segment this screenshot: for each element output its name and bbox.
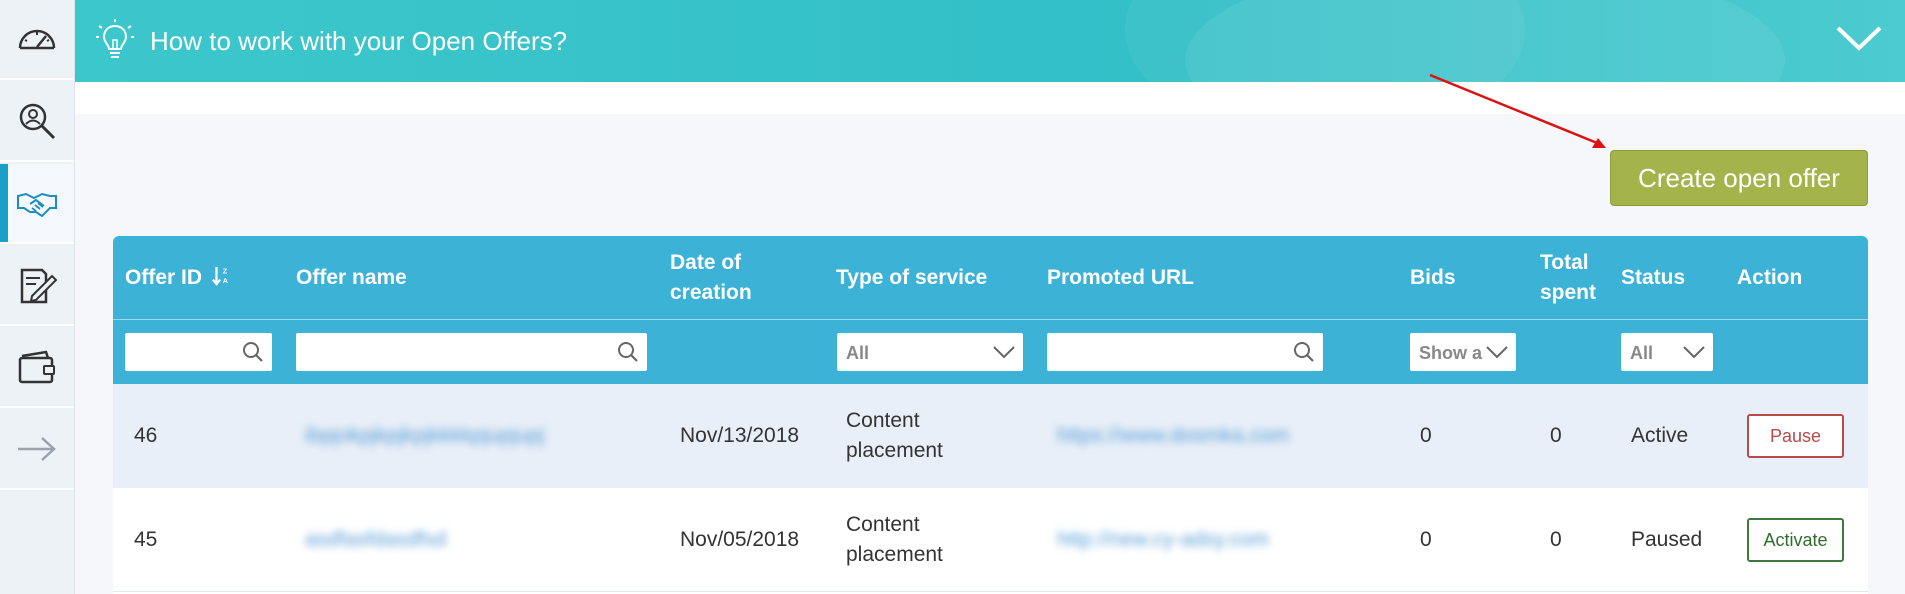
bids-select[interactable]: Show a — [1410, 333, 1516, 371]
search-icon[interactable] — [1293, 341, 1315, 363]
offers-table: Offer ID Z A Offer name Date of creation… — [113, 236, 1868, 594]
search-icon[interactable] — [242, 341, 264, 363]
document-edit-icon — [20, 268, 58, 304]
header-total-line2[interactable]: spent — [1540, 278, 1596, 308]
search-icon[interactable] — [617, 341, 639, 363]
promoted-url-filter[interactable] — [1047, 333, 1323, 371]
bids-select-value: Show a — [1419, 343, 1483, 363]
type-cell-line2: placement — [846, 543, 943, 566]
date-cell: Nov/13/2018 — [680, 424, 800, 447]
type-cell-line1: Content — [846, 513, 920, 536]
header-offer-id[interactable]: Offer ID Z A — [125, 263, 230, 293]
promoted-url-link[interactable]: https://www.dosmka.com — [1057, 421, 1289, 451]
user-search-icon — [19, 103, 56, 140]
header-type-of-service[interactable]: Type of service — [836, 263, 987, 293]
offer-id-filter[interactable] — [125, 333, 272, 371]
handshake-icon — [17, 192, 57, 218]
banner-title: How to work with your Open Offers? — [150, 26, 568, 56]
speedometer-icon — [18, 29, 56, 50]
lightbulb-icon — [96, 19, 134, 58]
offer-name-search-input[interactable] — [296, 333, 647, 371]
table-row: 46 ibpjokpjkpjkpjkkkkpjupjupj Nov/13/201… — [113, 384, 1868, 488]
bids-cell: 0 — [1420, 528, 1432, 551]
header-total-line1[interactable]: Total — [1540, 248, 1589, 278]
pause-button[interactable]: Pause — [1747, 414, 1844, 458]
header-date-line2[interactable]: creation — [670, 278, 752, 308]
promoted-url-link[interactable]: http://new.cy-adsy.com — [1057, 525, 1269, 555]
offer-name-filter[interactable] — [296, 333, 647, 371]
offer-name-link[interactable]: ibpjokpjkpjkpjkkkkpjupjupj — [305, 421, 544, 451]
total-spent-cell: 0 — [1550, 528, 1562, 551]
status-select[interactable]: All — [1621, 333, 1713, 371]
bids-cell: 0 — [1420, 424, 1432, 447]
header-bids[interactable]: Bids — [1410, 263, 1456, 293]
status-cell: Active — [1631, 424, 1689, 447]
svg-text:A: A — [223, 276, 228, 285]
total-spent-cell: 0 — [1550, 424, 1562, 447]
type-cell-line1: Content — [846, 409, 920, 432]
sidebar — [0, 0, 75, 594]
activate-button[interactable]: Activate — [1747, 518, 1844, 562]
wallet-icon — [18, 350, 55, 384]
annotation-arrow — [1429, 73, 1606, 148]
sidebar-item-search-user[interactable] — [0, 82, 74, 162]
sort-icon[interactable]: Z A — [211, 264, 230, 288]
type-select-value: All — [846, 343, 870, 363]
type-of-service-select[interactable]: All — [837, 333, 1023, 371]
offer-id-cell: 45 — [134, 528, 158, 551]
table-row: 45 asdfasfdasdfsd Nov/05/2018 Content pl… — [113, 488, 1868, 592]
filter-row: All Show a All — [113, 320, 1868, 384]
svg-text:Z: Z — [223, 266, 228, 275]
chevron-down-icon — [993, 346, 1015, 359]
header-action: Action — [1737, 266, 1803, 289]
sidebar-item-offers[interactable] — [0, 164, 74, 244]
header-status[interactable]: Status — [1621, 263, 1685, 293]
header-date-line1[interactable]: Date of — [670, 248, 741, 278]
banner-content-strip — [75, 82, 1905, 114]
header-promoted-url[interactable]: Promoted URL — [1047, 263, 1194, 293]
chevron-down-icon — [1683, 346, 1705, 359]
chevron-down-icon[interactable] — [1835, 22, 1883, 54]
sidebar-item-wallet[interactable] — [0, 328, 74, 408]
offer-name-link[interactable]: asdfasfdasdfsd — [305, 525, 446, 555]
promoted-url-search-input[interactable] — [1047, 333, 1323, 371]
date-cell: Nov/05/2018 — [680, 528, 800, 551]
status-cell: Paused — [1631, 528, 1703, 551]
offer-id-cell: 46 — [134, 424, 158, 447]
table-header: Offer ID Z A Offer name Date of creation… — [113, 236, 1868, 320]
sidebar-item-contracts[interactable] — [0, 246, 74, 326]
sidebar-item-dashboard[interactable] — [0, 0, 74, 80]
create-open-offer-button[interactable]: Create open offer — [1610, 150, 1868, 206]
sidebar-item-expand[interactable] — [0, 410, 74, 490]
header-offer-name[interactable]: Offer name — [296, 263, 407, 293]
arrow-right-icon — [18, 437, 56, 461]
type-cell-line2: placement — [846, 439, 943, 462]
chevron-down-icon — [1486, 345, 1508, 359]
status-select-value: All — [1630, 343, 1654, 363]
info-banner[interactable]: How to work with your Open Offers? — [75, 0, 1905, 82]
